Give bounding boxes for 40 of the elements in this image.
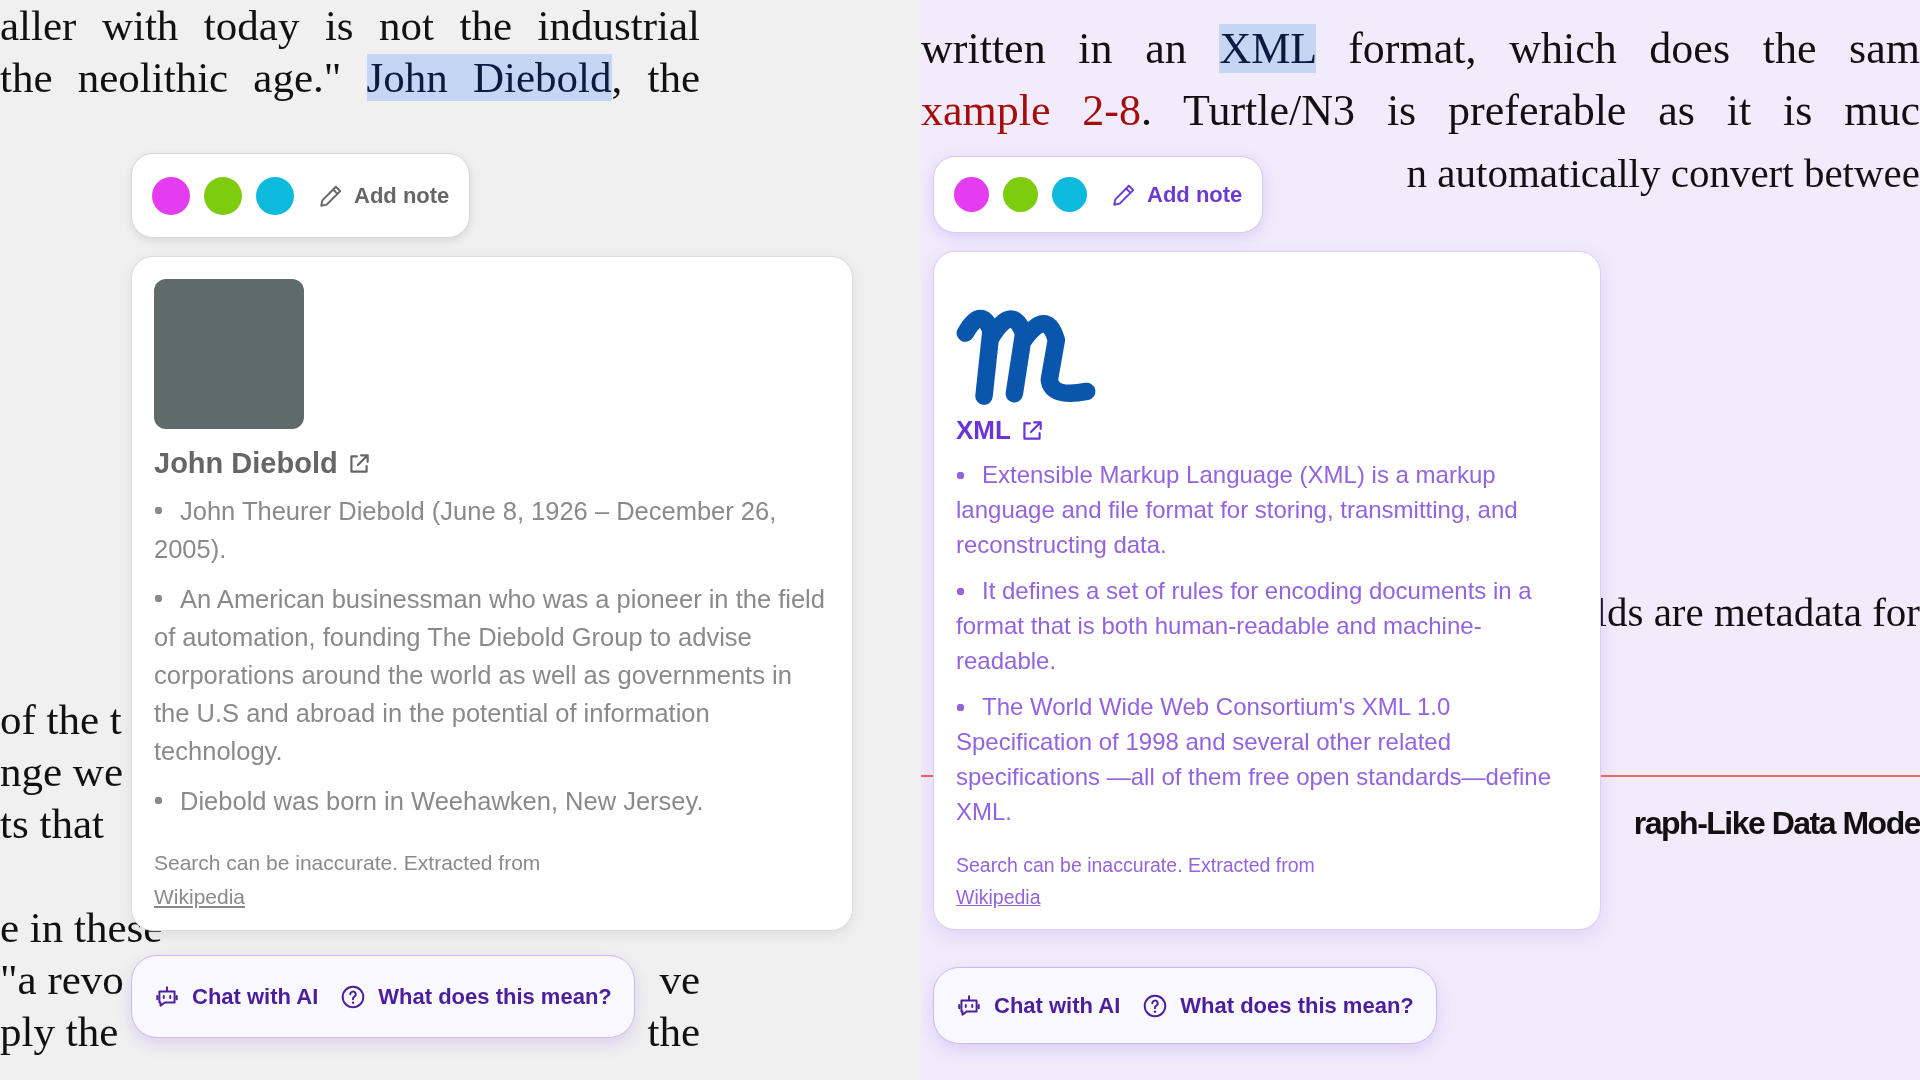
add-note-button[interactable]: Add note [1101,181,1243,208]
color-swatch[interactable] [256,176,294,215]
disclaimer-text: Search can be inaccurate. Extracted from [956,854,1315,876]
source-link[interactable]: Wikipedia [154,885,246,908]
disclaimer-text: Search can be inaccurate. Extracted from [154,851,541,874]
color-swatch[interactable] [1052,177,1087,212]
robot-icon [154,983,180,1010]
help-icon [1142,992,1169,1019]
color-swatch[interactable] [954,177,989,212]
body-text: the [647,1008,700,1055]
color-swatch[interactable] [204,176,242,215]
body-text: ply the [0,1008,119,1055]
chat-button[interactable]: Chat with AI [956,992,1121,1019]
chat-button[interactable]: Chat with AI [154,983,319,1010]
card-title: XML [956,415,1011,446]
body-text: format, which does the sam [1347,24,1920,73]
help-icon [340,983,367,1010]
source-link[interactable]: Wikipedia [956,886,1041,908]
body-text: written in an [921,24,1188,73]
robot-icon [956,992,982,1019]
explain-button[interactable]: What does this mean? [1142,992,1414,1019]
explain-button[interactable]: What does this mean? [340,983,612,1010]
body-text: . Turtle/N3 is preferable as it is muc [1141,86,1920,135]
body-text: of the t [0,696,122,743]
card-title: John Diebold [154,447,338,480]
selected-text: John Diebold [366,54,612,101]
body-text: "a revo [0,956,124,1003]
selected-text: XML [1219,24,1316,73]
body-text: n automatically convert betwee [1406,150,1920,196]
color-swatch[interactable] [1003,177,1038,212]
body-text: ts that [0,800,104,847]
cross-reference-link[interactable]: xample 2-8 [921,86,1141,135]
body-text: nge we [0,748,123,795]
add-note-button[interactable]: Add note [308,182,450,209]
color-swatch[interactable] [152,176,190,215]
section-heading: raph-Like Data Mode [1633,805,1920,841]
body-text: ve [659,956,700,1003]
body-text: , the [611,54,700,101]
body-text: the neolithic age." [0,54,343,101]
body-text: aller with today is not the industrial [0,2,700,49]
